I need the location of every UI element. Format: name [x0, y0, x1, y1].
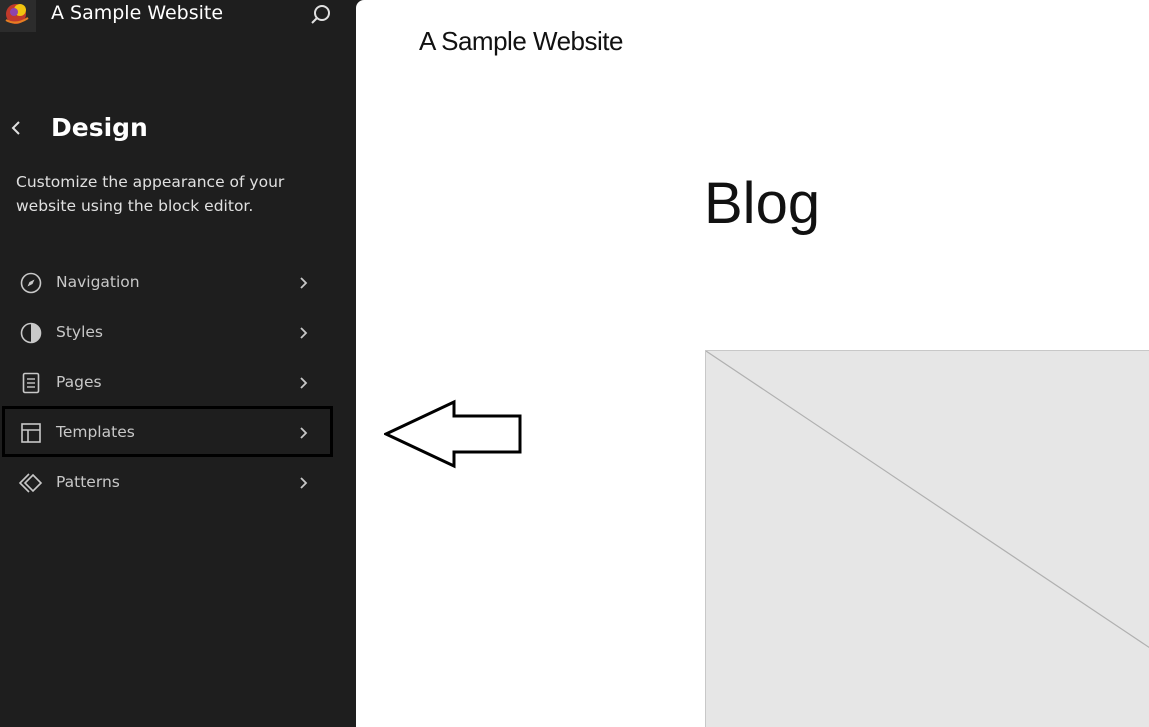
- menu-item-pages[interactable]: Pages: [6, 361, 326, 405]
- menu-item-label: Styles: [56, 323, 104, 341]
- diamond-icon: [18, 470, 44, 496]
- half-circle-icon: [18, 320, 44, 346]
- panel-description: Customize the appearance of your website…: [16, 173, 285, 215]
- templates-highlight-box: [2, 406, 333, 457]
- menu-item-styles[interactable]: Styles: [6, 311, 326, 355]
- chevron-right-icon: [296, 273, 312, 293]
- menu-item-navigation[interactable]: Navigation: [6, 261, 326, 305]
- chevron-right-icon: [296, 473, 312, 493]
- search-icon[interactable]: [308, 2, 334, 28]
- compass-icon: [18, 270, 44, 296]
- site-editor-sidebar: A Sample Website Design Customize the ap…: [0, 0, 356, 727]
- menu-item-patterns[interactable]: Patterns: [6, 461, 326, 505]
- panel-title: Design: [51, 113, 148, 142]
- canvas-site-title: A Sample Website: [419, 26, 623, 56]
- site-logo-icon[interactable]: [0, 0, 36, 32]
- chevron-right-icon: [296, 373, 312, 393]
- menu-item-label: Pages: [56, 373, 102, 391]
- site-title[interactable]: A Sample Website: [51, 2, 223, 24]
- arrow-left-icon: [382, 398, 524, 470]
- chevron-left-icon[interactable]: [6, 116, 28, 140]
- page-heading: Blog: [704, 171, 821, 236]
- page-icon: [18, 370, 44, 396]
- site-preview-canvas[interactable]: A Sample Website Blog: [356, 0, 1149, 727]
- menu-item-label: Navigation: [56, 273, 140, 291]
- featured-image-placeholder: [705, 350, 1149, 727]
- chevron-right-icon: [296, 323, 312, 343]
- menu-item-label: Patterns: [56, 473, 120, 491]
